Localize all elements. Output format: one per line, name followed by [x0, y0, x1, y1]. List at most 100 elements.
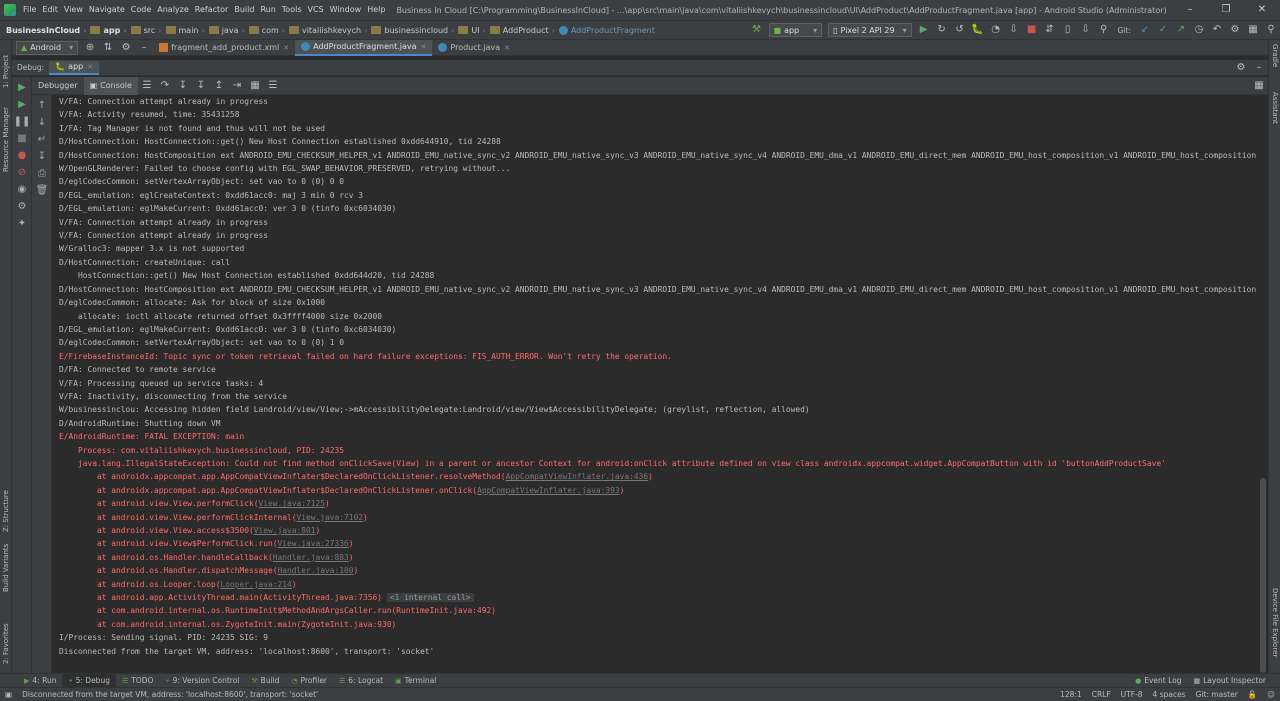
pin-icon[interactable]: ✦	[12, 215, 32, 232]
project-view-select[interactable]: ▲ Android ▾	[16, 40, 79, 55]
history-icon[interactable]: ◷	[1192, 23, 1206, 37]
breadcrumb-item[interactable]: BusinessInCloud ›	[4, 26, 88, 35]
rerun-icon[interactable]: ▶	[12, 79, 32, 96]
step-over-icon[interactable]: ↷	[158, 79, 172, 93]
hammer-icon[interactable]: ⚒	[750, 23, 764, 37]
menu-item-file[interactable]: File	[20, 0, 39, 20]
menu-item-refactor[interactable]: Refactor	[192, 0, 232, 20]
layout-inspector-button[interactable]: ▦ Layout Inspector	[1188, 674, 1273, 688]
attach-debugger-icon[interactable]: ⇩	[1007, 23, 1021, 37]
menu-item-tools[interactable]: Tools	[279, 0, 305, 20]
settings-icon[interactable]: ⚙	[1228, 23, 1242, 37]
assistant-tool-button[interactable]: Assistant	[1271, 92, 1279, 124]
source-link[interactable]: AppCompatViewInflater.java:393	[477, 486, 620, 495]
step-into-icon[interactable]: ↧	[176, 79, 190, 93]
menu-item-help[interactable]: Help	[364, 0, 388, 20]
breadcrumb-item[interactable]: vitaliishkevych ›	[287, 26, 369, 35]
minimize-icon[interactable]: –	[1172, 0, 1208, 20]
target-icon[interactable]: ⊕	[83, 41, 97, 55]
source-link[interactable]: View.java:27336	[278, 539, 349, 548]
project-tool-button[interactable]: 1: Project	[2, 55, 10, 88]
device-select[interactable]: ▯ Pixel 2 API 29 ▾	[828, 23, 912, 37]
gradle-tool-button[interactable]: Gradle	[1271, 44, 1279, 67]
trash-icon[interactable]: 🗑	[32, 182, 52, 199]
breadcrumb-item[interactable]: main ›	[164, 26, 207, 35]
breadcrumb-item[interactable]: com ›	[247, 26, 287, 35]
caret-position[interactable]: 128:1	[1055, 690, 1087, 699]
collapse-icon[interactable]: ⇅	[101, 41, 115, 55]
menu-item-code[interactable]: Code	[128, 0, 154, 20]
settings-icon[interactable]: ⚙	[12, 198, 32, 215]
breadcrumb-item[interactable]: src ›	[129, 26, 164, 35]
close-icon[interactable]: ✕	[1244, 0, 1280, 20]
profile-icon[interactable]: ◔	[989, 23, 1003, 37]
resume-icon[interactable]: ▶	[12, 96, 32, 113]
editor-tab[interactable]: fragment_add_product.xml ✕	[153, 40, 295, 56]
menu-item-run[interactable]: Run	[257, 0, 278, 20]
source-link[interactable]: View.java:7125	[259, 499, 326, 508]
editor-tab[interactable]: AddProductFragment.java ✕	[295, 39, 433, 56]
source-link[interactable]: View.java:801	[254, 526, 316, 535]
breadcrumb-item[interactable]: java ›	[207, 26, 247, 35]
file-encoding[interactable]: UTF-8	[1116, 690, 1148, 699]
structure-tool-button[interactable]: Z: Structure	[2, 490, 10, 532]
source-link[interactable]: Handler.java:100	[278, 566, 354, 575]
breadcrumb-item[interactable]: AddProductFragment	[557, 25, 657, 35]
vcs-update-icon[interactable]: ↙	[1138, 23, 1152, 37]
layout-icon[interactable]: ▦	[1252, 79, 1266, 93]
console-scroll-thumb[interactable]	[1260, 478, 1266, 673]
tool-window-button[interactable]: ⚒ Build	[245, 674, 285, 688]
camera-icon[interactable]: ◉	[12, 181, 32, 198]
menu-item-navigate[interactable]: Navigate	[86, 0, 128, 20]
line-separator[interactable]: CRLF	[1087, 690, 1116, 699]
view-breakpoints-icon[interactable]: ●	[12, 147, 32, 164]
search-everywhere-icon[interactable]: ⚲	[1264, 23, 1278, 37]
vcs-push-icon[interactable]: ↗	[1174, 23, 1188, 37]
event-log-button[interactable]: ● Event Log	[1129, 674, 1187, 688]
vcs-commit-icon[interactable]: ✓	[1156, 23, 1170, 37]
menu-icon[interactable]: ☰	[140, 79, 154, 93]
project-structure-icon[interactable]: ▦	[1246, 23, 1260, 37]
close-tab-icon[interactable]: ✕	[504, 44, 510, 52]
tab-debugger[interactable]: Debugger	[32, 77, 84, 95]
close-tab-icon[interactable]: ✕	[421, 43, 427, 51]
up-icon[interactable]: ↑	[32, 97, 52, 114]
evaluate-icon[interactable]: ▦	[248, 79, 262, 93]
stop-icon[interactable]: ■	[12, 130, 32, 147]
menu-item-view[interactable]: View	[61, 0, 86, 20]
force-step-into-icon[interactable]: ↧	[194, 79, 208, 93]
inspector-icon[interactable]: ☺	[1262, 690, 1280, 699]
tool-window-button[interactable]: ▣ Terminal	[389, 674, 442, 688]
apply-code-changes-icon[interactable]: ↺	[953, 23, 967, 37]
pause-icon[interactable]: ❚❚	[12, 113, 32, 130]
tool-window-button[interactable]: ☰ TODO	[116, 674, 159, 688]
settings-icon[interactable]: ⚙	[1234, 61, 1248, 75]
folded-calls[interactable]: <1 internal call>	[386, 593, 474, 603]
debug-session-tab[interactable]: 🐛 app ✕	[49, 60, 100, 75]
search-icon[interactable]: ⚲	[1097, 23, 1111, 37]
breadcrumb-item[interactable]: app ›	[88, 26, 128, 35]
build-variants-tool-button[interactable]: Build Variants	[2, 544, 10, 592]
editor-tab[interactable]: Product.java ✕	[432, 40, 516, 56]
breadcrumb-item[interactable]: businessincloud ›	[369, 26, 456, 35]
run-config-select[interactable]: ■ app ▾	[768, 23, 823, 37]
debug-icon[interactable]: 🐛	[971, 23, 985, 37]
step-out-icon[interactable]: ↥	[212, 79, 226, 93]
mute-breakpoints-icon[interactable]: ⊘	[12, 164, 32, 181]
down-icon[interactable]: ↓	[32, 114, 52, 131]
indent-setting[interactable]: 4 spaces	[1148, 690, 1191, 699]
favorites-tool-button[interactable]: 2: Favorites	[2, 623, 10, 664]
close-tab-icon[interactable]: ✕	[283, 44, 289, 52]
tab-console[interactable]: ▣ Console	[83, 76, 138, 95]
sync-gradle-icon[interactable]: ⇵	[1043, 23, 1057, 37]
git-branch[interactable]: Git: master	[1191, 690, 1243, 699]
menu-item-vcs[interactable]: VCS	[305, 0, 327, 20]
gear-icon[interactable]: ⚙	[119, 41, 133, 55]
tool-window-button[interactable]: ☰ 6: Logcat	[333, 674, 389, 688]
source-link[interactable]: AppCompatViewInflater.java:436	[506, 472, 649, 481]
source-link[interactable]: Looper.java:214	[221, 580, 292, 589]
console-output[interactable]: V/FA: Connection attempt already in prog…	[53, 95, 1256, 676]
apply-changes-icon[interactable]: ↻	[935, 23, 949, 37]
run-icon[interactable]: ▶	[917, 23, 931, 37]
soft-wrap-icon[interactable]: ↵	[32, 131, 52, 148]
